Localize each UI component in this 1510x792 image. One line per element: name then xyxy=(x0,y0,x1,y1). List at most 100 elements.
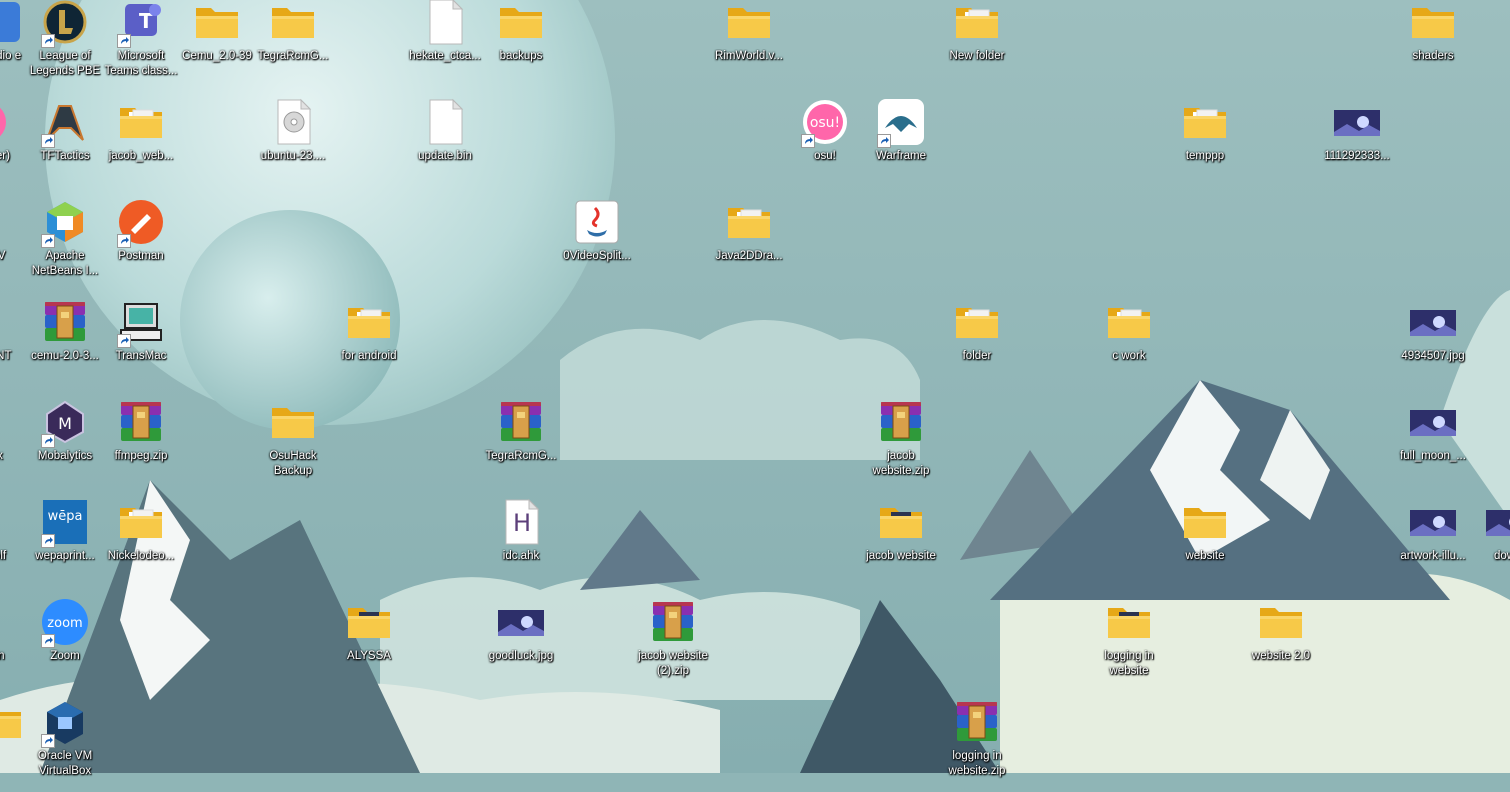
desktop-icon-label: Mobalytics xyxy=(37,450,93,462)
desktop-icon-label: ffmpeg.zip xyxy=(114,450,168,462)
svg-text:H: H xyxy=(513,509,531,537)
disc-image-icon xyxy=(269,98,317,146)
desktop-icon-logging-in-website-zip[interactable]: logging in website.zip xyxy=(939,696,1015,792)
folder-icon xyxy=(117,498,165,546)
desktop-icon-postman[interactable]: Postman xyxy=(103,196,179,292)
desktop-icon-label: jacob website xyxy=(866,550,936,562)
desktop-icon-transmac[interactable]: TransMac xyxy=(103,296,179,392)
desktop-icon-label: TegraRcmG... xyxy=(485,450,557,462)
folder-icon xyxy=(725,198,773,246)
desktop-icon-new-folder[interactable]: New folder xyxy=(939,0,1015,92)
desktop-icon-temppp[interactable]: temppp xyxy=(1167,96,1243,192)
desktop-icon-alyssa[interactable]: ALYSSA xyxy=(331,596,407,692)
warframe-app-icon xyxy=(877,98,925,148)
desktop-icon-update-bin[interactable]: update.bin xyxy=(407,96,483,192)
desktop-icon-label: ALYSSA xyxy=(347,650,391,662)
desktop-icon-full-moon[interactable]: full_moon_... xyxy=(1395,396,1471,492)
desktop-icon-nickelodeo[interactable]: Nickelodeo... xyxy=(103,496,179,592)
shortcut-arrow-icon xyxy=(41,734,55,748)
desktop-icon-label: Zoom xyxy=(50,650,80,662)
desktop-icon-website[interactable]: website xyxy=(1167,496,1243,592)
folder-icon xyxy=(0,698,24,746)
folder-icon xyxy=(1257,598,1305,646)
desktop-icon-label: ubuntu-23.... xyxy=(260,150,326,162)
desktop-icon-downl[interactable]: downl xyxy=(1471,496,1510,592)
desktop-icon-jacob-website-2-zip[interactable]: jacob website (2).zip xyxy=(635,596,711,692)
desktop-icon-logging-in-website[interactable]: logging in website xyxy=(1091,596,1167,692)
desktop-icon-idc-ahk[interactable]: Hidc.ahk xyxy=(483,496,559,592)
desktop-icon-0videosplit[interactable]: 0VideoSplit... xyxy=(559,196,635,292)
folder-icon xyxy=(877,498,925,546)
desktop-icon-goodluck-jpg[interactable]: goodluck.jpg xyxy=(483,596,559,692)
shortcut-arrow-icon xyxy=(117,34,131,48)
desktop-icon-osuhack-backup[interactable]: OsuHack Backup xyxy=(255,396,331,492)
desktop-icon-backups[interactable]: backups xyxy=(483,0,559,92)
desktop-icon-tegrarcmg[interactable]: TegraRcmG... xyxy=(255,0,331,92)
desktop-icon-cemu-2-0-39[interactable]: Cemu_2.0-39 xyxy=(179,0,255,92)
desktop-icon-website-2-0[interactable]: website 2.0 xyxy=(1243,596,1319,692)
java-app-icon xyxy=(573,198,621,246)
svg-text:zoom: zoom xyxy=(47,616,82,631)
desktop-icon-microsoft-teams-class[interactable]: T Microsoft Teams class... xyxy=(103,0,179,92)
dark-app-icon xyxy=(0,298,24,346)
red-app-icon xyxy=(0,198,24,246)
desktop-icon-jacob-website-zip[interactable]: jacob website.zip xyxy=(863,396,939,492)
desktop-icon-tftactics[interactable]: TFTactics xyxy=(27,96,103,192)
desktop-icon-rimworld-v[interactable]: RimWorld.v... xyxy=(711,0,787,92)
folder-icon xyxy=(1181,498,1229,546)
shortcut-arrow-icon xyxy=(41,634,55,648)
teams-app-icon: T xyxy=(117,0,165,48)
desktop-icon-wepaprint[interactable]: wēpa wepaprint... xyxy=(27,496,103,592)
desktop-icon-java2ddra[interactable]: Java2DDra... xyxy=(711,196,787,292)
desktop-icon-label: TransMac xyxy=(115,350,167,362)
desktop-icon-warframe[interactable]: Warframe xyxy=(863,96,939,192)
winrar-archive-icon xyxy=(497,398,545,446)
image-icon xyxy=(1409,398,1457,446)
desktop-icon-jacob-website[interactable]: jacob website xyxy=(863,496,939,592)
desktop-icon-c-work[interactable]: c work xyxy=(1091,296,1167,392)
desktop-icon-ubuntu-23[interactable]: ubuntu-23.... xyxy=(255,96,331,192)
desktop-icon-shaders[interactable]: shaders xyxy=(1395,0,1471,92)
desktop-icon-apache-netbeans-i[interactable]: Apache NetBeans I... xyxy=(27,196,103,292)
transmac-app-icon xyxy=(117,298,165,348)
folder-icon xyxy=(193,0,241,46)
desktop-icon-label: Microsoft Teams class... xyxy=(104,50,178,77)
desktop-icon-for-android[interactable]: for android xyxy=(331,296,407,392)
desktop-icon-label: folder xyxy=(962,350,992,362)
desktop-icon-label: wepaprint... xyxy=(35,550,95,562)
desktop-icon-label: website xyxy=(1185,550,1225,562)
desktop-icon-mobalytics[interactable]: M Mobalytics xyxy=(27,396,103,492)
desktop-icon-label: for android xyxy=(341,350,397,362)
desktop-icon-label: 4934507.jpg xyxy=(1401,350,1465,362)
desktop-icon-111292333[interactable]: 111292333... xyxy=(1319,96,1395,192)
desktop-icon-zoom[interactable]: zoom Zoom xyxy=(27,596,103,692)
desktop-icon-label: OsuHack Backup xyxy=(269,450,317,477)
wepa-app-icon: wēpa xyxy=(41,498,89,548)
image-icon xyxy=(1409,498,1457,546)
desktop-icon-label: TFTactics xyxy=(40,150,90,162)
desktop-icon-hekate-ctca[interactable]: hekate_ctca... xyxy=(407,0,483,92)
desktop-icon-oracle-vm-virtualbox[interactable]: Oracle VM VirtualBox xyxy=(27,696,103,792)
svg-text:M: M xyxy=(58,414,72,433)
desktop-icon-label: TegraRcmG... xyxy=(257,50,329,62)
winrar-archive-icon xyxy=(117,398,165,446)
netbeans-app-icon xyxy=(41,198,89,248)
desktop-icon-artwork-illu[interactable]: artwork-illu... xyxy=(1395,496,1471,592)
desktop-icon-ffmpeg-zip[interactable]: ffmpeg.zip xyxy=(103,396,179,492)
desktop-icon-label: Postman xyxy=(118,250,164,262)
desktop-icon-label: Oracle VM VirtualBox xyxy=(37,750,93,777)
image-icon xyxy=(497,598,545,646)
desktop-icon-tegrarcmg[interactable]: TegraRcmG... xyxy=(483,396,559,492)
desktop-icon-label: RimWorld.v... xyxy=(715,50,783,62)
desktop-icon-cemu-2-0-3[interactable]: cemu-2.0-3... xyxy=(27,296,103,392)
desktop-icon-4934507-jpg[interactable]: 4934507.jpg xyxy=(1395,296,1471,392)
desktop-icon-league-of-legends-pbe[interactable]: League of Legends PBE xyxy=(27,0,103,92)
desktop-icon-label: New folder xyxy=(949,50,1005,62)
desktop-icon-label: temppp xyxy=(1185,150,1225,162)
desktop-icon-label: goodluck.jpg xyxy=(488,650,554,662)
desktop-icon-folder[interactable]: folder xyxy=(939,296,1015,392)
desktop-icon-jacob-web[interactable]: jacob_web... xyxy=(103,96,179,192)
svg-text:osu!: osu! xyxy=(810,115,840,131)
desktop-icon-label: jacob_web... xyxy=(108,150,174,162)
desktop-icon-osu[interactable]: osu! osu! xyxy=(787,96,863,192)
